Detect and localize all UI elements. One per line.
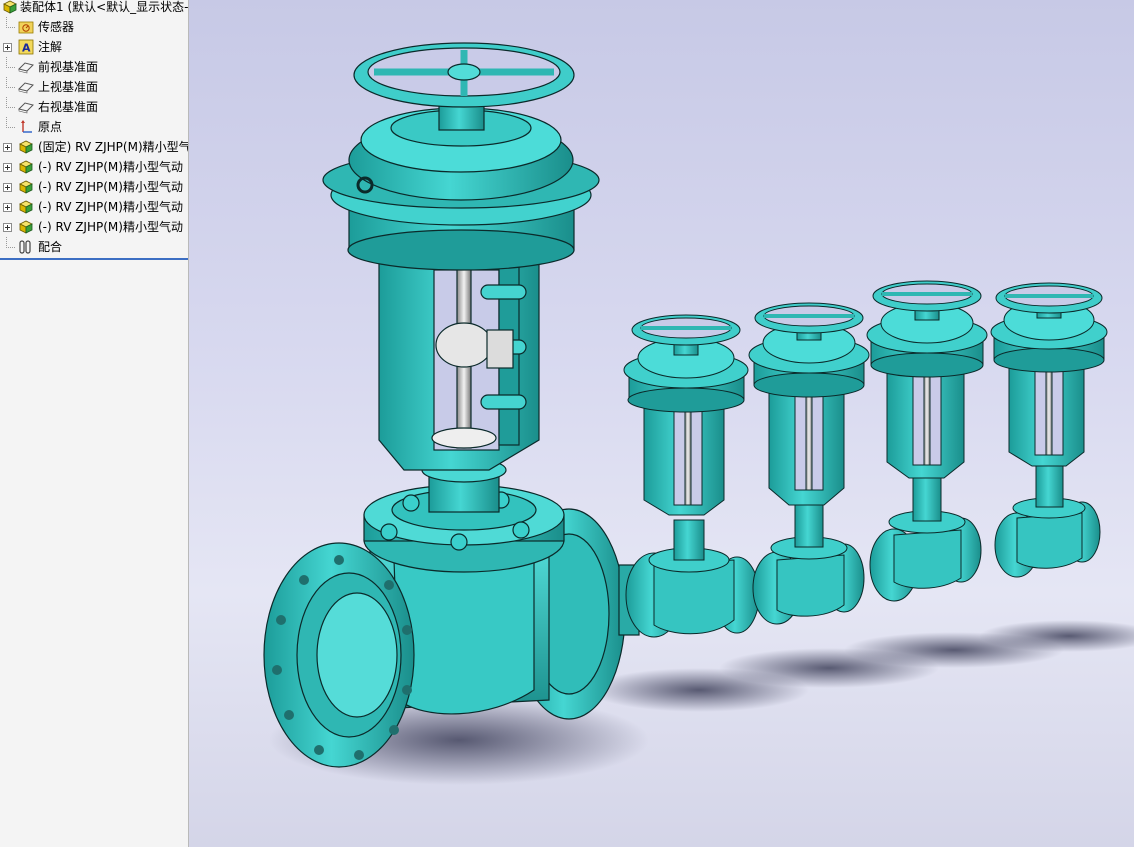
- sensor-folder-icon: [18, 21, 34, 34]
- valve-assembly-model: [263, 42, 1134, 785]
- annotation-icon: A: [18, 39, 34, 55]
- tree-item-part[interactable]: (-) RV ZJHP(M)精小型气动: [0, 157, 188, 177]
- small-control-valve: [748, 302, 870, 625]
- expand-plus-icon[interactable]: [3, 163, 12, 172]
- tree-item-part-fixed[interactable]: (固定) RV ZJHP(M)精小型气: [0, 137, 188, 157]
- tree-item-origin[interactable]: 原点: [0, 117, 188, 137]
- tree-connector: [6, 57, 15, 68]
- tree-root-label: 装配体1 (默认<默认_显示状态-: [20, 0, 189, 14]
- origin-icon: [21, 120, 32, 133]
- expand-plus-icon[interactable]: [3, 203, 12, 212]
- tree-item-label: (-) RV ZJHP(M)精小型气动: [38, 160, 183, 174]
- plane-icon: [18, 62, 34, 74]
- tree-item-label: (-) RV ZJHP(M)精小型气动: [38, 200, 183, 214]
- tree-item-part[interactable]: (-) RV ZJHP(M)精小型气动: [0, 217, 188, 237]
- plane-icon: [18, 82, 34, 94]
- tree-item-top-plane[interactable]: 上视基准面: [0, 77, 188, 97]
- tree-item-label: 传感器: [38, 20, 75, 34]
- part-icon: [19, 140, 33, 154]
- tree-item-label: (-) RV ZJHP(M)精小型气动: [38, 220, 183, 234]
- tree-item-sensors[interactable]: 传感器: [0, 17, 188, 37]
- tree-connector: [6, 117, 15, 128]
- tree-item-annotations[interactable]: A 注解: [0, 37, 188, 57]
- tree-item-label: 原点: [38, 120, 63, 134]
- tree-item-front-plane[interactable]: 前视基准面: [0, 57, 188, 77]
- feature-tree-list: 装配体1 (默认<默认_显示状态- 传感器 A 注解 前视基准面 上视基准面 右…: [0, 0, 188, 258]
- tree-connector: [6, 17, 15, 28]
- part-icon: [19, 180, 33, 194]
- tree-item-label: 注解: [38, 40, 63, 54]
- mates-icon: [19, 240, 31, 254]
- feature-manager-tree: 装配体1 (默认<默认_显示状态- 传感器 A 注解 前视基准面 上视基准面 右…: [0, 0, 189, 847]
- large-control-valve: [263, 42, 640, 768]
- tree-item-label: 前视基准面: [38, 60, 99, 74]
- tree-item-label: (固定) RV ZJHP(M)精小型气: [38, 140, 189, 154]
- part-icon: [19, 220, 33, 234]
- tree-item-label: 配合: [38, 240, 63, 254]
- expand-plus-icon[interactable]: [3, 223, 12, 232]
- tree-divider: [0, 258, 188, 260]
- tree-item-part[interactable]: (-) RV ZJHP(M)精小型气动: [0, 177, 188, 197]
- assembly-icon: [3, 0, 17, 14]
- tree-connector: [6, 77, 15, 88]
- small-control-valve: [990, 282, 1108, 578]
- tree-root-assembly[interactable]: 装配体1 (默认<默认_显示状态-: [0, 0, 188, 17]
- tree-connector: [6, 237, 15, 248]
- tree-item-label: 右视基准面: [38, 100, 99, 114]
- tree-item-label: (-) RV ZJHP(M)精小型气动: [38, 180, 183, 194]
- part-icon: [19, 160, 33, 174]
- expand-plus-icon[interactable]: [3, 43, 12, 52]
- tree-item-part[interactable]: (-) RV ZJHP(M)精小型气动: [0, 197, 188, 217]
- tree-item-mates[interactable]: 配合: [0, 237, 188, 257]
- tree-item-label: 上视基准面: [38, 80, 99, 94]
- small-control-valve: [623, 314, 760, 638]
- tree-item-right-plane[interactable]: 右视基准面: [0, 97, 188, 117]
- graphics-viewport[interactable]: [189, 0, 1134, 847]
- part-icon: [19, 200, 33, 214]
- svg-text:A: A: [22, 42, 31, 55]
- small-control-valve: [866, 280, 988, 602]
- expand-plus-icon[interactable]: [3, 143, 12, 152]
- tree-connector: [6, 97, 15, 108]
- plane-icon: [18, 102, 34, 114]
- expand-plus-icon[interactable]: [3, 183, 12, 192]
